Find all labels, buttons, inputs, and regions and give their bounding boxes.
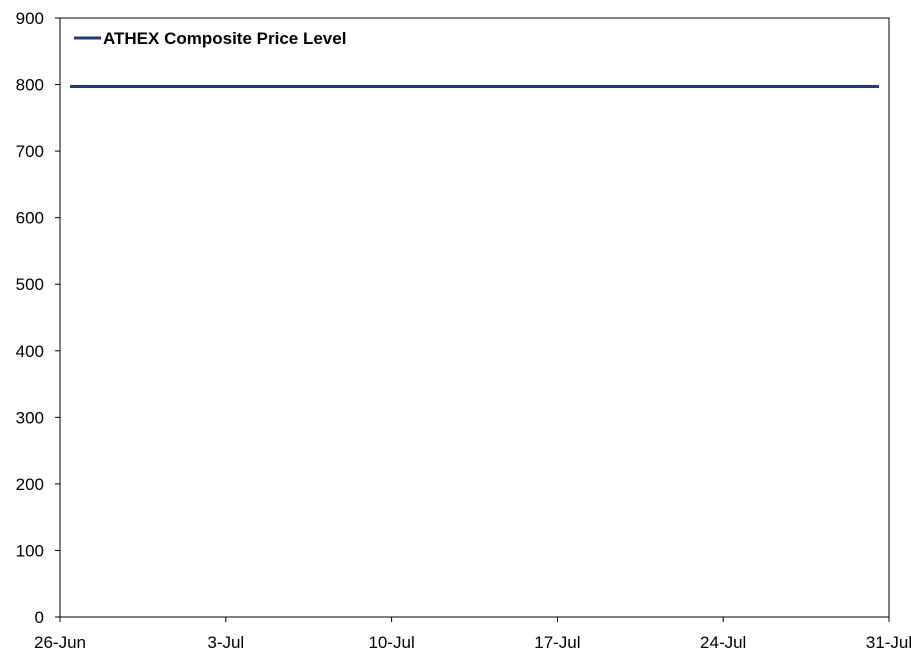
x-tick-label: 26-Jun <box>34 633 86 652</box>
x-tick-label: 10-Jul <box>368 633 414 652</box>
plot-area <box>59 17 890 618</box>
x-tick-label: 24-Jul <box>700 633 746 652</box>
y-tick-label: 800 <box>16 76 44 95</box>
x-tick-label: 17-Jul <box>534 633 580 652</box>
y-tick-label: 900 <box>16 9 44 28</box>
x-tick-label: 3-Jul <box>207 633 244 652</box>
x-axis: 26-Jun 3-Jul 10-Jul 17-Jul 24-Jul 31-Jul <box>34 617 911 652</box>
y-axis: 0 100 200 300 400 500 600 700 800 900 <box>16 9 60 627</box>
legend: ATHEX Composite Price Level <box>74 29 346 48</box>
y-tick-label: 300 <box>16 408 44 427</box>
y-tick-label: 700 <box>16 142 44 161</box>
legend-label: ATHEX Composite Price Level <box>103 29 346 48</box>
y-tick-label: 500 <box>16 275 44 294</box>
y-tick-label: 400 <box>16 342 44 361</box>
x-tick-label: 31-Jul <box>866 633 911 652</box>
y-tick-label: 100 <box>16 541 44 560</box>
y-tick-label: 0 <box>35 608 44 627</box>
y-tick-label: 200 <box>16 475 44 494</box>
y-tick-label: 600 <box>16 209 44 228</box>
chart: 0 100 200 300 400 500 600 700 800 900 26-Jun 3-Jul… <box>16 9 911 652</box>
